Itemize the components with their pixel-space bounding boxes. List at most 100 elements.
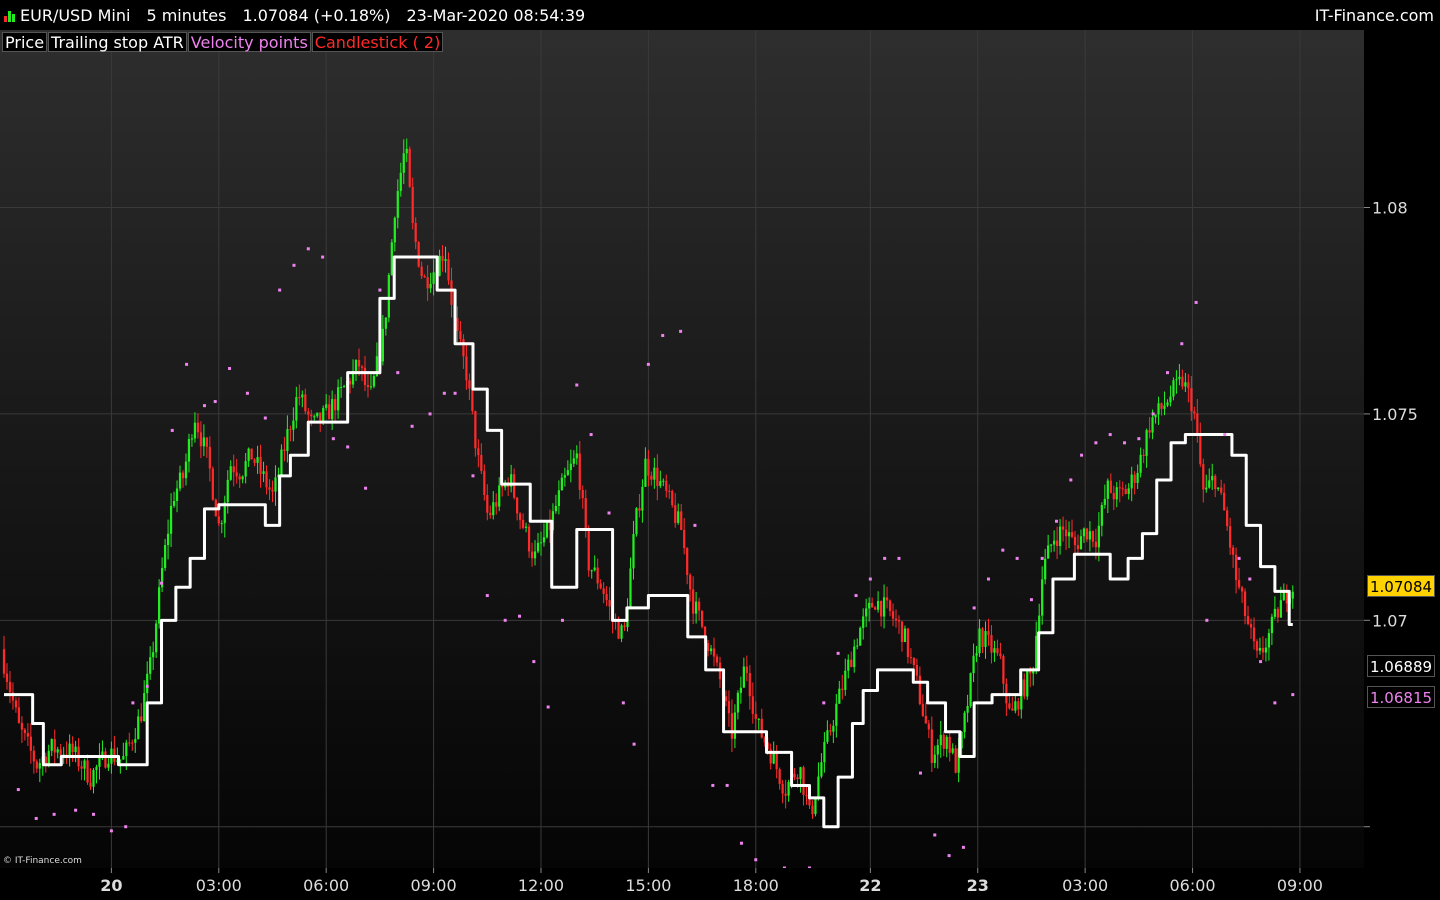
candle-body — [951, 748, 954, 753]
candle-body — [575, 453, 578, 459]
velocity-point — [661, 333, 665, 337]
candle-body — [518, 513, 522, 520]
copyright-label: © IT-Finance.com — [3, 856, 82, 866]
candle-body — [617, 620, 620, 639]
time-tick-label: 09:00 — [1277, 876, 1323, 895]
candle-body — [993, 648, 996, 653]
candle-body — [966, 705, 969, 713]
candle-body — [1223, 492, 1226, 511]
candle-body — [1136, 472, 1139, 483]
candle-body — [879, 601, 883, 617]
price-tag-2: 1.06815 — [1367, 685, 1436, 708]
candle-body — [205, 437, 208, 447]
candle-body — [95, 766, 98, 771]
candle-body — [354, 359, 358, 372]
candle-body — [868, 602, 871, 609]
candle-body — [241, 476, 244, 480]
candle-body — [835, 703, 838, 726]
candle-body — [632, 534, 635, 569]
candle-body — [539, 542, 543, 544]
candle-body — [942, 734, 945, 749]
time-axis[interactable]: 20 03:00 06:00 09:00 12:00 15:00 18:00 22 23 03:0… — [0, 868, 1364, 900]
velocity-point — [632, 742, 636, 746]
candle-body — [856, 645, 859, 647]
candle-body — [772, 753, 775, 764]
candle-body — [1205, 487, 1208, 490]
velocity-point — [546, 705, 550, 709]
candle-body — [733, 712, 737, 739]
candle-body — [554, 506, 558, 512]
candle-body — [981, 628, 984, 647]
candle-body — [891, 611, 895, 619]
candle-body — [107, 763, 110, 768]
candle-body — [748, 673, 751, 697]
velocity-point — [1029, 598, 1033, 602]
candle-body — [501, 485, 504, 488]
candle-body — [89, 782, 92, 787]
candle-body — [1291, 591, 1294, 599]
candle-body — [122, 756, 125, 760]
indicator-price[interactable]: Price — [2, 32, 48, 52]
candle-body — [581, 489, 584, 499]
chart-plot-area[interactable] — [0, 30, 1364, 868]
candle-body — [793, 773, 796, 778]
candle-body — [1226, 510, 1229, 527]
candle-body — [471, 388, 474, 412]
indicator-trailing-stop-atr[interactable]: Trailing stop ATR — [48, 32, 187, 52]
candle-body — [1273, 608, 1276, 617]
candle-body — [557, 490, 561, 507]
candle-body — [656, 467, 659, 486]
candle-body — [736, 692, 740, 713]
candle-body — [653, 467, 656, 480]
velocity-point — [711, 783, 715, 787]
candle-body — [1112, 492, 1115, 500]
candle-body — [462, 339, 465, 357]
velocity-point — [883, 556, 887, 560]
indicator-velocity-points[interactable]: Velocity points — [187, 32, 311, 52]
candle-body — [915, 665, 919, 676]
price-tick-label: 1.08 — [1372, 199, 1408, 218]
candle-body — [125, 742, 128, 757]
time-axis-svg: 20 03:00 06:00 09:00 12:00 15:00 18:00 22 23 03:0… — [100, 868, 1323, 895]
candle-body — [390, 242, 393, 275]
timeframe[interactable]: 5 minutes — [146, 6, 226, 25]
indicator-candlestick[interactable]: Candlestick ( 2) — [311, 32, 444, 52]
candle-body — [339, 386, 343, 388]
candle-body — [620, 625, 623, 639]
candle-body — [954, 748, 957, 773]
velocity-point — [263, 416, 267, 420]
candle-body — [1115, 487, 1118, 500]
velocity-point — [364, 486, 368, 490]
candle-body — [1076, 545, 1080, 550]
price-tag-1: 1.06889 — [1367, 655, 1436, 678]
candle-body — [1085, 528, 1089, 540]
candle-body — [468, 380, 471, 389]
velocity-point — [292, 263, 296, 267]
candle-body — [220, 523, 223, 525]
candle-body — [480, 454, 483, 471]
candle-body — [1243, 591, 1247, 617]
candle-body — [563, 475, 566, 478]
candle-body — [187, 439, 191, 462]
time-tick-label: 03:00 — [196, 876, 242, 895]
time-tick-label: 06:00 — [1169, 876, 1215, 895]
candle-body — [47, 750, 50, 765]
velocity-point — [679, 329, 683, 333]
title-bar: EUR/USD Mini 5 minutes 1.07084 (+0.18%) … — [0, 0, 1440, 30]
candle-body — [289, 429, 292, 431]
velocity-point — [1223, 433, 1227, 437]
price-axis[interactable]: 1.07 1.075 1.08 1.07084 1.06889 1.06815 — [1364, 30, 1440, 868]
candle-body — [674, 505, 677, 523]
candle-body — [987, 631, 990, 636]
candle-body — [307, 411, 310, 415]
candle-body — [137, 716, 140, 740]
candle-body — [226, 479, 229, 503]
candle-body — [59, 749, 62, 756]
price-chart-svg[interactable] — [0, 30, 1364, 868]
time-tick-label: 12:00 — [518, 876, 564, 895]
candle-body — [1178, 376, 1181, 380]
velocity-point — [1291, 693, 1295, 697]
velocity-point — [306, 247, 310, 251]
candle-body — [796, 777, 799, 780]
candle-body — [35, 761, 38, 769]
